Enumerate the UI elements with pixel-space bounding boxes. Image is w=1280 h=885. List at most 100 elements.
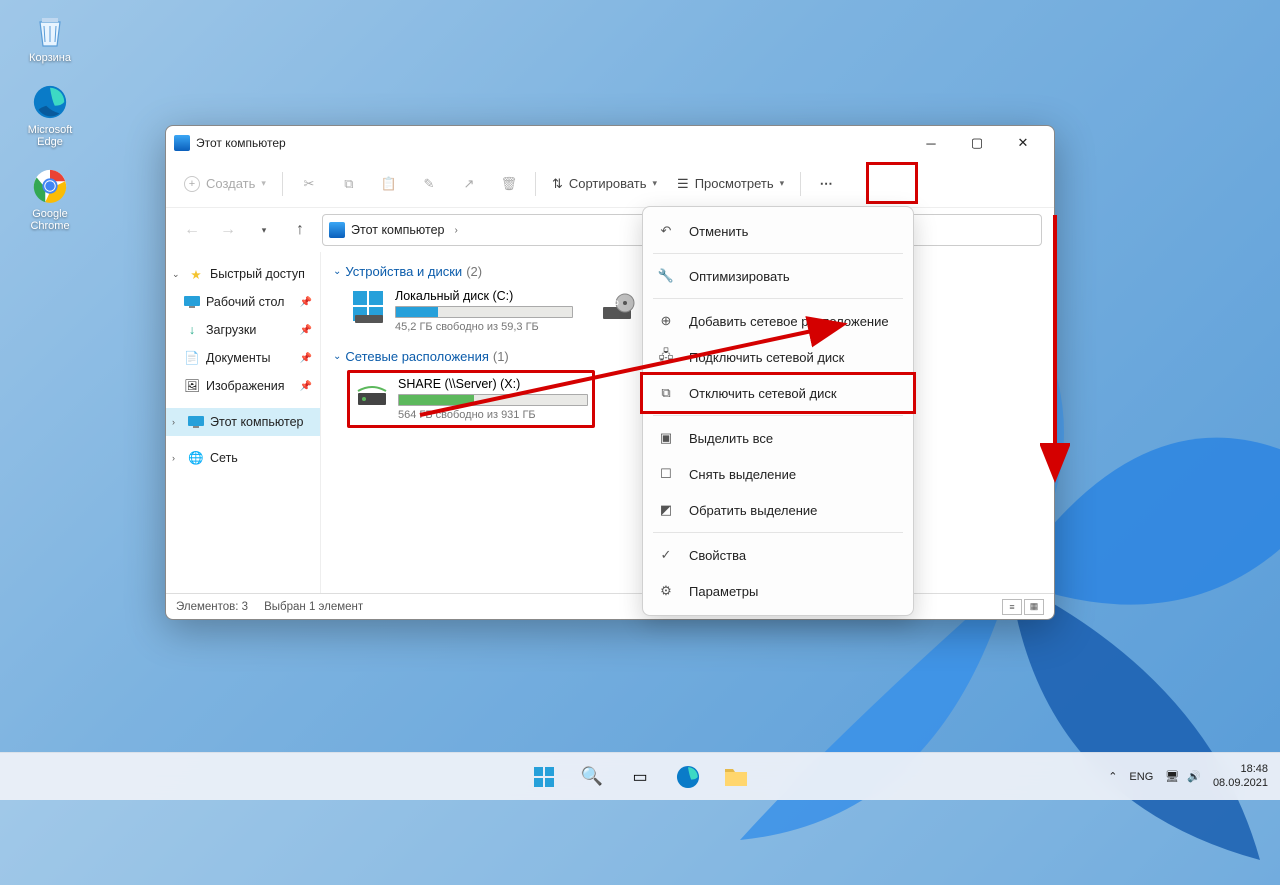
sidebar-item-label: Изображения	[206, 379, 285, 393]
dvd-drive-icon: DVD	[599, 289, 635, 325]
language-indicator[interactable]: ENG	[1129, 771, 1153, 783]
tiles-view-button[interactable]: ▦	[1024, 599, 1044, 615]
new-label: Создать	[206, 176, 255, 191]
desktop-icon-recycle-bin[interactable]: Корзина	[15, 10, 85, 64]
sidebar-item-label: Загрузки	[206, 323, 256, 337]
tray-chevron-up-icon[interactable]: ⌃	[1108, 770, 1117, 783]
chevron-right-icon: ›	[454, 225, 457, 236]
sidebar-item-this-pc[interactable]: › Этот компьютер	[166, 408, 320, 436]
select-all-icon: ▣	[657, 429, 675, 447]
add-network-icon: ⊕	[657, 312, 675, 330]
sort-button[interactable]: ⇅ Сортировать ▾	[544, 167, 665, 201]
toolbar: + Создать ▾ ✂ ⧉ 📋 ✎ ↗ 🗑 ⇅ Сортировать ▾ …	[166, 160, 1054, 208]
sort-label: Сортировать	[569, 176, 647, 191]
maximize-button[interactable]: ▢	[954, 127, 1000, 159]
drive-local-c[interactable]: Локальный диск (C:) 45,2 ГБ свободно из …	[347, 285, 577, 337]
volume-tray-icon[interactable]: 🔊	[1187, 770, 1201, 783]
drive-network-x[interactable]: SHARE (\\Server) (X:) 564 ГБ свободно из…	[347, 370, 595, 428]
close-button[interactable]: ✕	[1000, 127, 1046, 159]
disconnect-drive-icon: ⧉	[657, 384, 675, 402]
share-icon: ↗	[463, 176, 474, 192]
status-selected-count: Выбран 1 элемент	[264, 601, 363, 613]
pin-icon: 📌	[300, 325, 312, 336]
back-button[interactable]: ←	[178, 216, 206, 244]
this-pc-icon	[188, 414, 204, 430]
sidebar-item-quick-access[interactable]: ⌄ ★ Быстрый доступ	[166, 260, 320, 288]
this-pc-icon	[329, 222, 345, 238]
paste-button[interactable]: 📋	[371, 167, 407, 201]
search-icon: 🔍	[581, 766, 603, 787]
menu-item-options[interactable]: ⚙Параметры	[643, 573, 913, 609]
details-view-button[interactable]: ≡	[1002, 599, 1022, 615]
drive-free-text: 45,2 ГБ свободно из 59,3 ГБ	[395, 321, 573, 333]
sidebar-item-downloads[interactable]: ↓ Загрузки 📌	[166, 316, 320, 344]
menu-item-label: Отключить сетевой диск	[689, 386, 837, 401]
up-button[interactable]: ↑	[286, 216, 314, 244]
menu-item-label: Подключить сетевой диск	[689, 350, 844, 365]
download-icon: ↓	[184, 322, 200, 338]
sidebar-item-pictures[interactable]: 🖼 Изображения 📌	[166, 372, 320, 400]
taskbar-edge[interactable]	[667, 756, 709, 798]
recent-button[interactable]: ▾	[250, 216, 278, 244]
new-button[interactable]: + Создать ▾	[176, 167, 274, 201]
desktop-icon-chrome[interactable]: Google Chrome	[15, 166, 85, 232]
this-pc-icon	[174, 135, 190, 151]
taskbar-explorer[interactable]	[715, 756, 757, 798]
menu-item-label: Добавить сетевое расположение	[689, 314, 889, 329]
menu-item-properties[interactable]: ✓Свойства	[643, 537, 913, 573]
drive-capacity-bar	[398, 394, 588, 406]
edge-icon	[30, 82, 70, 122]
menu-item-undo[interactable]: ↶Отменить	[643, 213, 913, 249]
paste-icon: 📋	[381, 176, 397, 192]
nav-row: ← → ▾ ↑ Этот компьютер ›	[166, 208, 1054, 252]
search-button[interactable]: 🔍	[571, 756, 613, 798]
menu-item-label: Выделить все	[689, 431, 773, 446]
drive-name: SHARE (\\Server) (X:)	[398, 377, 588, 391]
rename-button[interactable]: ✎	[411, 167, 447, 201]
menu-item-optimize[interactable]: 🔧Оптимизировать	[643, 258, 913, 294]
clock[interactable]: 18:48 08.09.2021	[1213, 763, 1268, 789]
date-text: 08.09.2021	[1213, 777, 1268, 790]
undo-icon: ↶	[657, 222, 675, 240]
view-button[interactable]: ☰ Просмотреть ▾	[669, 167, 792, 201]
desktop-icon-edge[interactable]: Microsoft Edge	[15, 82, 85, 148]
breadcrumb[interactable]: Этот компьютер	[351, 223, 444, 237]
share-button[interactable]: ↗	[451, 167, 487, 201]
start-button[interactable]	[523, 756, 565, 798]
sidebar-item-documents[interactable]: 📄 Документы 📌	[166, 344, 320, 372]
group-title: Сетевые расположения	[345, 349, 488, 364]
map-drive-icon: 🖧	[657, 348, 675, 366]
menu-item-select-none[interactable]: ☐Снять выделение	[643, 456, 913, 492]
sidebar-item-label: Документы	[206, 351, 270, 365]
time-text: 18:48	[1213, 763, 1268, 776]
network-tray-icon[interactable]: 🖥	[1165, 770, 1179, 783]
rename-icon: ✎	[423, 176, 434, 192]
sidebar-item-network[interactable]: › 🌐 Сеть	[166, 444, 320, 472]
menu-item-map-network-drive[interactable]: 🖧 Подключить сетевой диск	[643, 339, 913, 375]
copy-button[interactable]: ⧉	[331, 167, 367, 201]
task-view-button[interactable]: ▭	[619, 756, 661, 798]
svg-text:DVD: DVD	[606, 301, 619, 307]
menu-item-select-all[interactable]: ▣ Выделить все	[643, 420, 913, 456]
pictures-icon: 🖼	[184, 378, 200, 394]
options-icon: ⚙	[657, 582, 675, 600]
group-title: Устройства и диски	[345, 264, 462, 279]
desktop-icon-label: Корзина	[29, 52, 71, 64]
menu-item-disconnect-network-drive[interactable]: ⧉ Отключить сетевой диск	[643, 375, 913, 411]
minimize-button[interactable]: ─	[908, 127, 954, 159]
sidebar-item-desktop[interactable]: Рабочий стол 📌	[166, 288, 320, 316]
cut-button[interactable]: ✂	[291, 167, 327, 201]
wrench-icon: 🔧	[657, 267, 675, 285]
menu-item-add-network-location[interactable]: ⊕ Добавить сетевое расположение	[643, 303, 913, 339]
group-count: (1)	[493, 349, 509, 364]
menu-item-invert-selection[interactable]: ◩Обратить выделение	[643, 492, 913, 528]
delete-button[interactable]: 🗑	[491, 167, 527, 201]
sidebar-item-label: Рабочий стол	[206, 295, 284, 309]
titlebar: Этот компьютер ─ ▢ ✕	[166, 126, 1054, 160]
invert-selection-icon: ◩	[657, 501, 675, 519]
more-button[interactable]: ⋯	[809, 167, 845, 201]
forward-button[interactable]: →	[214, 216, 242, 244]
recycle-bin-icon	[30, 10, 70, 50]
view-icon: ☰	[677, 176, 689, 192]
cut-icon: ✂	[303, 176, 314, 192]
